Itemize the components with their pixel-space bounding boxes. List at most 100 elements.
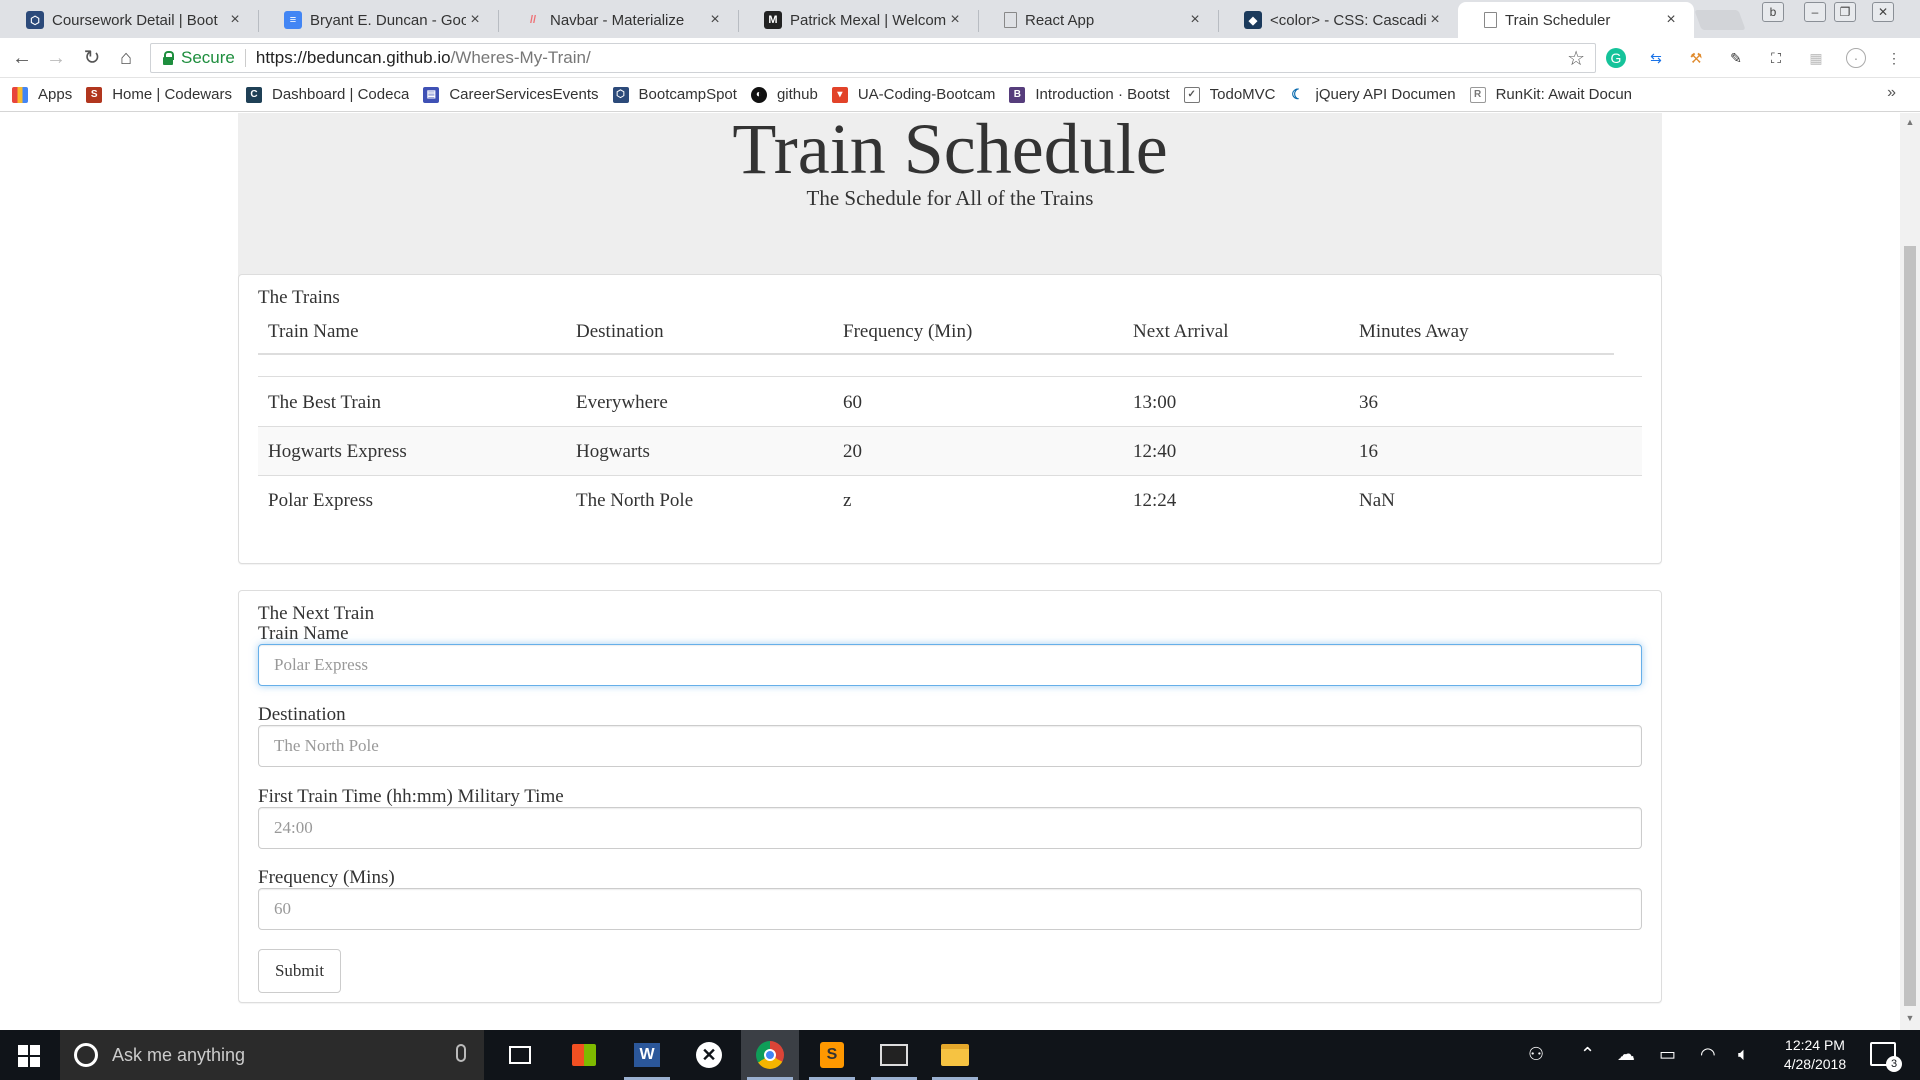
address-bar[interactable]: Secure https://beduncan.github.io/Wheres… <box>150 43 1596 73</box>
cell-minutes-away: 16 <box>1359 441 1378 462</box>
account-icon[interactable]: · <box>1846 48 1866 68</box>
page-viewport: Train Schedule The Schedule for All of t… <box>0 113 1900 1030</box>
bookmark-github[interactable]: ◐ github <box>750 86 818 103</box>
bookmark-bootcampspot[interactable]: ⬡ BootcampSpot <box>612 86 737 103</box>
grammarly-icon[interactable]: G <box>1606 48 1626 68</box>
sublime-text-icon[interactable]: S <box>803 1030 861 1080</box>
chevron-up-icon[interactable]: ⌃ <box>1580 1044 1595 1065</box>
terminal-icon[interactable] <box>865 1030 923 1080</box>
tab-materialize[interactable]: // Navbar - Materialize × <box>498 2 738 38</box>
chrome-icon[interactable] <box>741 1030 799 1080</box>
bookmark-star-icon[interactable]: ☆ <box>1567 46 1585 71</box>
new-tab-button[interactable] <box>1694 10 1746 30</box>
onedrive-cloud-icon[interactable]: ☁ <box>1617 1044 1635 1065</box>
bookmark-jquery[interactable]: ☾ jQuery API Documen <box>1290 86 1455 103</box>
screenshot-icon[interactable]: ⛶ <box>1766 48 1786 68</box>
bookmark-todomvc[interactable]: ✓ TodoMVC <box>1183 86 1276 103</box>
bookmark-gitlab[interactable]: ▾ UA-Coding-Bootcam <box>831 86 995 103</box>
scroll-up-arrow-icon[interactable]: ▲ <box>1900 117 1920 127</box>
jquery-icon: ☾ <box>1291 86 1304 102</box>
close-icon[interactable]: × <box>226 11 244 29</box>
tab-google-doc[interactable]: ≡ Bryant E. Duncan - Googl × <box>258 2 498 38</box>
eyedropper-icon[interactable]: ✎ <box>1726 48 1746 68</box>
menu-kebab-icon[interactable]: ⋮ <box>1884 48 1904 68</box>
close-icon[interactable]: × <box>466 11 484 29</box>
bookmark-codewars[interactable]: S Home | Codewars <box>86 86 232 103</box>
page-subtitle: The Schedule for All of the Trains <box>806 186 1094 210</box>
train-name-input[interactable] <box>258 644 1642 686</box>
table-row: Polar Express The North Pole z 12:24 NaN <box>258 476 1642 525</box>
xbox-icon[interactable]: ✕ <box>680 1030 738 1080</box>
windows-taskbar: Ask me anything W ✕ S ⚇ ⌃ ☁ ▭ ◠ 🔈︎ 12:24… <box>0 1030 1920 1080</box>
first-train-time-label: First Train Time (hh:mm) Military Time <box>258 786 564 807</box>
bookmark-career-services[interactable]: ▤ CareerServicesEvents <box>423 86 599 103</box>
tab-patrick-mexal[interactable]: M Patrick Mexal | Welcome × <box>738 2 978 38</box>
tab-coursework[interactable]: ⬡ Coursework Detail | Boot × <box>0 2 258 38</box>
system-clock[interactable]: 12:24 PM 4/28/2018 <box>1770 1036 1860 1074</box>
first-train-time-input[interactable] <box>258 807 1642 849</box>
bookmark-bootstrap[interactable]: B Introduction · Bootst <box>1009 86 1170 103</box>
close-icon[interactable]: × <box>1186 11 1204 29</box>
cell-next-arrival: 13:00 <box>1133 392 1177 413</box>
tab-train-scheduler[interactable]: Train Scheduler × <box>1458 2 1694 38</box>
browser-toolbar: ← → ↻ ⌂ Secure https://beduncan.github.i… <box>0 38 1920 78</box>
column-header: Destination <box>576 321 664 342</box>
destination-input[interactable] <box>258 725 1642 767</box>
cell-train-name: Polar Express <box>268 490 374 511</box>
table-row: Hogwarts Express Hogwarts 20 12:40 16 <box>258 427 1642 476</box>
extension-gray-icon[interactable]: ▦ <box>1806 48 1826 68</box>
cell-destination: The North Pole <box>576 490 694 511</box>
scroll-down-arrow-icon[interactable]: ▼ <box>1900 1013 1920 1023</box>
tab-react-app[interactable]: React App × <box>978 2 1218 38</box>
bookmark-apps[interactable]: Apps <box>12 86 72 103</box>
store-icon[interactable] <box>555 1030 613 1080</box>
frequency-input[interactable] <box>258 888 1642 930</box>
bookmark-codecademy[interactable]: C Dashboard | Codeca <box>245 86 409 103</box>
restore-icon[interactable]: ❐ <box>1834 2 1856 22</box>
close-icon[interactable]: × <box>1662 11 1680 29</box>
sync-arrows-icon[interactable]: ⇆ <box>1646 48 1666 68</box>
cortana-ring-icon <box>74 1043 98 1067</box>
cell-destination: Everywhere <box>576 392 668 413</box>
bootcamp-hex-icon: ⬡ <box>612 86 629 103</box>
github-icon: ◐ <box>750 86 767 103</box>
close-icon[interactable]: × <box>706 11 724 29</box>
tab-title: <color> - CSS: Cascading <box>1270 11 1426 29</box>
home-icon[interactable]: ⌂ <box>114 46 138 70</box>
bookmark-runkit[interactable]: R RunKit: Await Docun <box>1469 86 1632 103</box>
table-header: Train Name Destination Frequency (Min) N… <box>258 313 1614 355</box>
extension-icon[interactable]: ⚒ <box>1686 48 1706 68</box>
reload-icon[interactable]: ↻ <box>80 46 104 70</box>
cell-train-name: Hogwarts Express <box>268 441 407 462</box>
forward-arrow-icon[interactable]: → <box>44 46 68 70</box>
microphone-icon[interactable] <box>456 1044 466 1062</box>
close-icon[interactable]: × <box>1426 11 1444 29</box>
wifi-icon[interactable]: ◠ <box>1700 1044 1716 1065</box>
volume-icon[interactable]: 🔈︎ <box>1738 1044 1749 1065</box>
column-header: Frequency (Min) <box>843 321 973 342</box>
todomvc-icon: ✓ <box>1183 86 1200 103</box>
cell-minutes-away: NaN <box>1359 490 1395 511</box>
tab-title: Patrick Mexal | Welcome <box>790 11 946 29</box>
window-close-icon[interactable]: ✕ <box>1872 2 1894 22</box>
cortana-search-box[interactable]: Ask me anything <box>60 1030 484 1080</box>
close-icon[interactable]: × <box>946 11 964 29</box>
google-docs-icon: ≡ <box>284 11 302 29</box>
frequency-label: Frequency (Mins) <box>258 867 395 888</box>
back-arrow-icon[interactable]: ← <box>10 46 34 70</box>
profile-icon[interactable]: b <box>1762 2 1784 22</box>
windows-start-icon[interactable] <box>18 1045 40 1067</box>
word-icon[interactable]: W <box>618 1030 676 1080</box>
task-view-icon[interactable] <box>491 1030 549 1080</box>
page-scrollbar[interactable]: ▲ ▼ <box>1900 113 1920 1030</box>
minimize-icon[interactable]: – <box>1804 2 1826 22</box>
scrollbar-thumb[interactable] <box>1904 246 1916 1006</box>
submit-button[interactable]: Submit <box>258 949 341 993</box>
file-explorer-icon[interactable] <box>926 1030 984 1080</box>
battery-icon[interactable]: ▭ <box>1659 1044 1676 1065</box>
people-icon[interactable]: ⚇ <box>1528 1044 1544 1065</box>
table-row: The Best Train Everywhere 60 13:00 36 <box>258 378 1642 427</box>
runkit-icon: R <box>1469 86 1486 103</box>
bookmarks-overflow-chevron[interactable]: » <box>1887 84 1896 102</box>
tab-mdn-color[interactable]: ◆ <color> - CSS: Cascading × <box>1218 2 1458 38</box>
